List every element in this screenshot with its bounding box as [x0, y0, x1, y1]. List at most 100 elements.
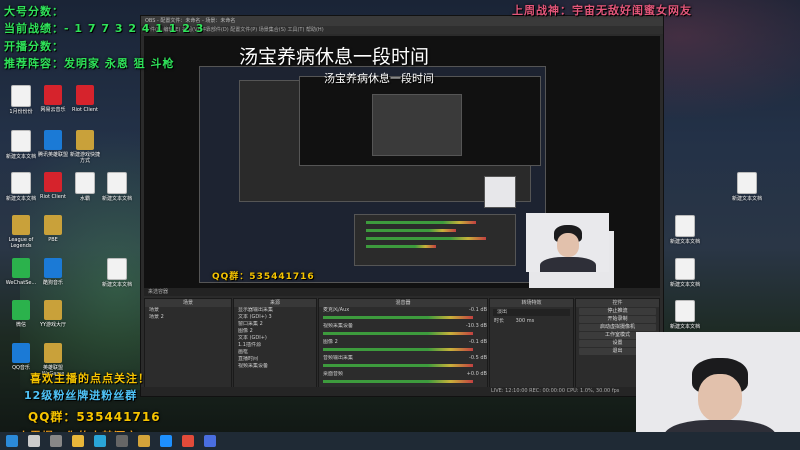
edge-icon[interactable]: [94, 435, 106, 447]
source-item[interactable]: 视频采集设备: [234, 363, 316, 370]
document-icon: [737, 172, 757, 194]
mixer-volume-meter[interactable]: [323, 380, 473, 383]
nested-preview-3: [372, 94, 462, 156]
desktop-icon-glyph: [11, 85, 31, 107]
qq-icon[interactable]: [160, 435, 172, 447]
nested-meter: [366, 245, 436, 248]
overlay-recommended-lineup: 推荐阵容：发明家 永恩 狙 斗枪: [4, 57, 175, 70]
scenes-dock: 场景 场景 场景 2: [144, 298, 232, 393]
desktop-icon[interactable]: 新建游戏快捷方式: [68, 130, 102, 164]
source-item[interactable]: 窗口采集 2: [234, 321, 316, 328]
obs-icon[interactable]: [116, 435, 128, 447]
scene-item[interactable]: 场景: [145, 307, 231, 314]
document-icon: [675, 300, 695, 322]
desktop-icon-glyph: [44, 343, 62, 363]
desktop-icon[interactable]: 新建文本文档: [4, 130, 38, 160]
scenes-header: 场景: [145, 299, 231, 307]
desktop-icon[interactable]: 网易云音乐: [36, 85, 70, 113]
nested-meter: [366, 229, 456, 232]
desktop-icon-label: 新建游戏快捷方式: [69, 152, 100, 164]
mixer-volume-meter[interactable]: [323, 316, 473, 319]
mixer-channel-level: -0.1 dB: [469, 339, 487, 345]
desktop-icon-label: 腾讯英雄联盟: [37, 152, 68, 158]
overlay-big-account-score: 大号分数：: [4, 5, 64, 18]
desktop-icon[interactable]: YY游戏大厅: [36, 300, 70, 328]
mixer-channel: 音频输出采集 -0.5 dB: [319, 355, 487, 371]
mixer-channel-level: -0.1 dB: [469, 307, 487, 313]
desktop-icon-label: 新建文本文档: [669, 239, 700, 245]
desktop-icon[interactable]: 新建文本文档: [668, 300, 702, 330]
mixer-channel-level: -10.3 dB: [465, 323, 487, 329]
desktop-icon-label: PBE: [48, 237, 58, 243]
obs-source-toolbar: 来选容器: [144, 288, 660, 296]
duration-value[interactable]: 300 ms: [516, 318, 535, 324]
source-item[interactable]: 1.1插件源: [234, 342, 316, 349]
search-icon[interactable]: [28, 435, 40, 447]
desktop-icon[interactable]: League of Legends: [4, 215, 38, 249]
source-item[interactable]: 图像 2: [234, 328, 316, 335]
obs-window: OBS - 配置文件：未命名 - 场景：未命名 文件(F) 编辑(E) 视图(V…: [140, 15, 664, 397]
desktop-icon-glyph: [44, 172, 62, 192]
desktop-icon[interactable]: 新建文本文档: [730, 172, 764, 202]
transitions-header: 转场特效: [490, 299, 573, 307]
desktop-icon[interactable]: 腾讯英雄联盟: [36, 130, 70, 158]
desktop-icon-label: WeChatSe...: [5, 280, 37, 286]
mixer-volume-meter[interactable]: [323, 332, 473, 335]
desktop-icon-label: League of Legends: [8, 237, 34, 249]
transition-select[interactable]: 淡出: [493, 309, 570, 316]
desktop-icon[interactable]: 水霸: [68, 172, 102, 202]
desktop-icon[interactable]: 新建文本文档: [668, 258, 702, 288]
explorer-icon[interactable]: [72, 435, 84, 447]
scene-item[interactable]: 场景 2: [145, 314, 231, 321]
control-button[interactable]: 启动虚拟摄像机: [579, 324, 656, 331]
desktop-icon[interactable]: PBE: [36, 215, 70, 243]
chrome-icon[interactable]: [182, 435, 194, 447]
windows-taskbar: [0, 432, 800, 450]
desktop-icon[interactable]: Riot Client: [68, 85, 102, 113]
mixer-channel-level: +0.0 dB: [466, 371, 487, 377]
desktop-icon[interactable]: QQ音乐: [4, 343, 38, 371]
duration-row[interactable]: 时长 300 ms: [490, 318, 573, 325]
overlay-start-score: 开播分数：: [4, 40, 64, 53]
desktop-icon-glyph: [107, 258, 127, 280]
desktop-icon[interactable]: 新建文本文档: [100, 258, 134, 288]
desktop-icon-label: 微信: [15, 322, 26, 328]
desktop-icon-glyph: [44, 130, 62, 150]
desktop-icon[interactable]: 新建文本文档: [4, 172, 38, 202]
desktop-icon[interactable]: 酷狗音乐: [36, 258, 70, 286]
desktop-icon[interactable]: 新建文本文档: [668, 215, 702, 245]
desktop-icon-glyph: [12, 215, 30, 235]
desktop-icon[interactable]: WeChatSe...: [4, 258, 38, 286]
taskview-icon[interactable]: [50, 435, 62, 447]
mixer-channel-name: 桌面音频: [323, 371, 344, 377]
preview-qq-group: QQ群：535441716: [212, 272, 315, 282]
source-item[interactable]: 画框: [234, 349, 316, 356]
source-item[interactable]: 直播时间: [234, 356, 316, 363]
desktop-icon-glyph: [44, 215, 62, 235]
desktop-icon-label: YY游戏大厅: [39, 322, 67, 328]
desktop-icon-label: Riot Client: [72, 107, 98, 113]
mixer-volume-meter[interactable]: [323, 348, 473, 351]
desktop-icon[interactable]: 1月份份份: [4, 85, 38, 115]
desktop-icon[interactable]: 微信: [4, 300, 38, 328]
desktop-icon-glyph: [75, 172, 95, 194]
desktop-icon-label: 新建文本文档: [101, 282, 132, 288]
obs-menu-bar[interactable]: 文件(F) 编辑(E) 视图(V) 停靠部件(D) 配置文件(P) 场景集合(S…: [141, 26, 663, 34]
mixer-list: 麦克风/Aux -0.1 dB 视频采集设备 -10.3 dB 图像 2 -0.1 dB 音…: [319, 307, 487, 387]
source-item[interactable]: 文本 (GDI+) 3: [234, 314, 316, 321]
start-icon[interactable]: [6, 435, 18, 447]
overlay-fan-group: 12级粉丝牌进粉丝群: [24, 389, 138, 402]
desktop-icon-label: 酷狗音乐: [42, 280, 63, 286]
mixer-volume-meter[interactable]: [323, 364, 473, 367]
source-item[interactable]: 显示器输出采集: [234, 307, 316, 314]
mixer-channel-name: 麦克风/Aux: [323, 307, 350, 313]
control-button[interactable]: 开始录制: [579, 316, 656, 323]
mixer-channel: 视频采集设备 -10.3 dB: [319, 323, 487, 339]
desktop-icon[interactable]: 新建文本文档: [100, 172, 134, 202]
desktop-icon[interactable]: Riot Client: [36, 172, 70, 200]
mixer-channel: 桌面音频 +0.0 dB: [319, 371, 487, 387]
store-icon[interactable]: [204, 435, 216, 447]
control-button[interactable]: 停止推流: [579, 308, 656, 315]
source-item[interactable]: 文本 (GDI+): [234, 335, 316, 342]
wegame-icon[interactable]: [138, 435, 150, 447]
